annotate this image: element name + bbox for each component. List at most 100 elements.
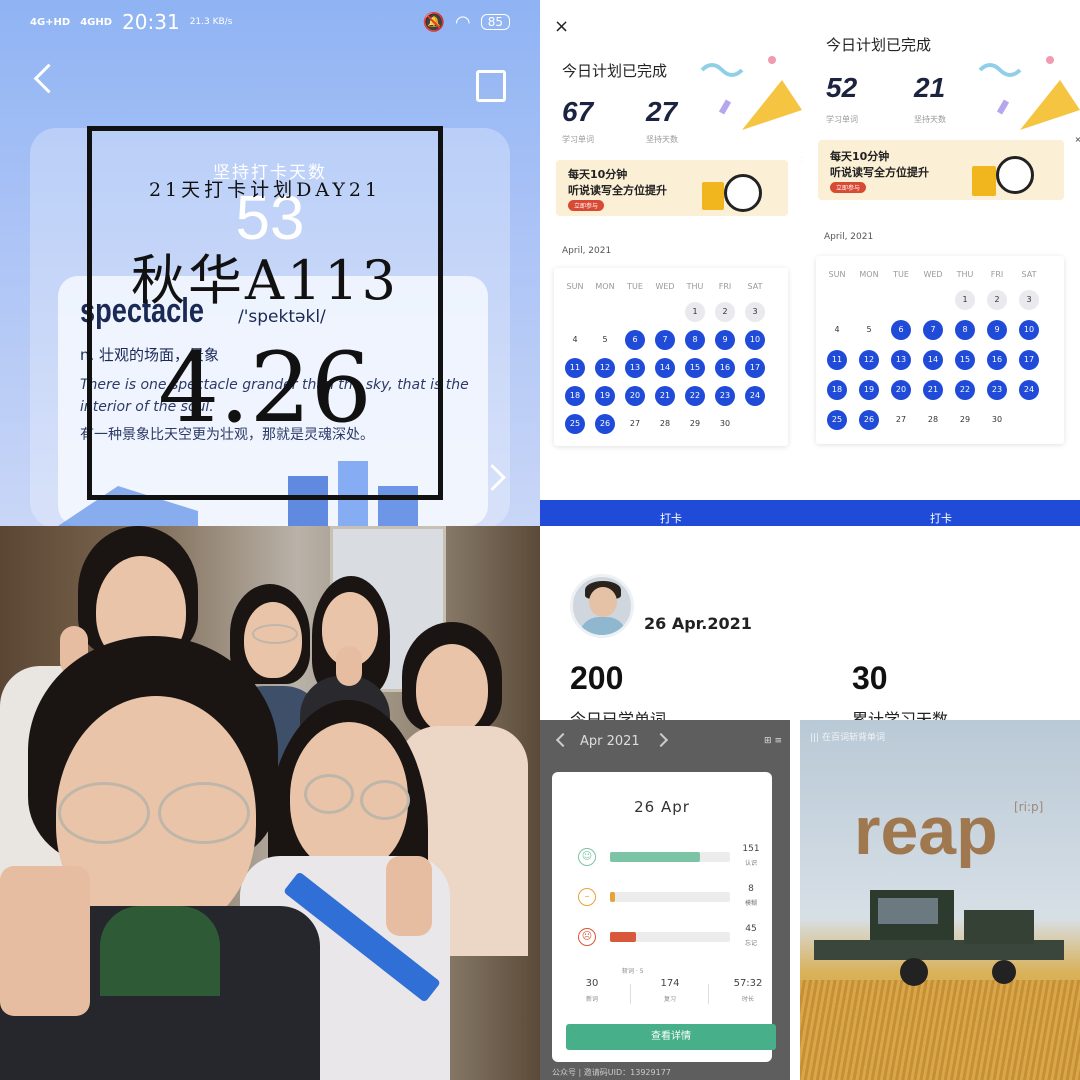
- join-button[interactable]: 立即参与: [568, 200, 605, 211]
- calendar-day[interactable]: 30: [715, 414, 735, 434]
- calendar-day[interactable]: 15: [685, 358, 705, 378]
- calendar-day[interactable]: 24: [1019, 380, 1039, 400]
- calendar-day[interactable]: 14: [923, 350, 943, 370]
- banner-close-icon[interactable]: ×: [1072, 134, 1080, 146]
- back-icon[interactable]: [33, 63, 64, 94]
- plant-pot: [972, 166, 996, 196]
- promo-banner[interactable]: 每天10分钟 听说读写全方位提升 立即参与 ×: [818, 134, 1080, 200]
- calendar-day[interactable]: 16: [715, 358, 735, 378]
- weekday-label: WED: [923, 270, 943, 279]
- calendar-day[interactable]: 13: [625, 358, 645, 378]
- forgot-label: 忘记: [744, 940, 757, 947]
- calendar-day[interactable]: 16: [987, 350, 1007, 370]
- calendar-day[interactable]: 5: [859, 320, 879, 340]
- view-toggle-icons[interactable]: ⊞ ≡: [764, 736, 782, 746]
- calendar-day[interactable]: 1: [685, 302, 705, 322]
- confetti-illustration: [700, 56, 802, 130]
- join-button[interactable]: 立即参与: [830, 182, 867, 193]
- forgot-count: 45: [745, 924, 757, 934]
- edit-icon[interactable]: [476, 70, 506, 102]
- calendar-day[interactable]: 11: [565, 358, 585, 378]
- banner-line2: 听说读写全方位提升: [830, 166, 929, 179]
- calendar-day[interactable]: 1: [955, 290, 975, 310]
- calendar-day[interactable]: 4: [565, 330, 585, 350]
- calendar-day[interactable]: 23: [987, 380, 1007, 400]
- total-days-count: 30: [852, 660, 888, 696]
- calendar-day[interactable]: 17: [1019, 350, 1039, 370]
- calendar-day[interactable]: 3: [1019, 290, 1039, 310]
- calendar-day[interactable]: 18: [565, 386, 585, 406]
- calendar-day[interactable]: 8: [685, 330, 705, 350]
- next-month-icon[interactable]: [653, 732, 668, 748]
- calendar-day[interactable]: 11: [827, 350, 847, 370]
- calendar-day[interactable]: 8: [955, 320, 975, 340]
- overlay-date: 4.26: [158, 332, 372, 444]
- calendar-day[interactable]: 24: [745, 386, 765, 406]
- calendar-day[interactable]: 13: [891, 350, 911, 370]
- calendar-day[interactable]: 14: [655, 358, 675, 378]
- weekday-label: FRI: [718, 282, 732, 291]
- calendar-day[interactable]: 6: [625, 330, 645, 350]
- calendar-day[interactable]: 29: [955, 410, 975, 430]
- calendar-day[interactable]: 7: [655, 330, 675, 350]
- calendar-day[interactable]: 12: [859, 350, 879, 370]
- calendar-day[interactable]: 10: [1019, 320, 1039, 340]
- calendar-day[interactable]: 22: [685, 386, 705, 406]
- calendar-day[interactable]: 3: [745, 302, 765, 322]
- close-icon[interactable]: ×: [554, 16, 569, 37]
- calendar-day[interactable]: 21: [923, 380, 943, 400]
- calendar-day[interactable]: 15: [955, 350, 975, 370]
- banner-line1: 每天10分钟: [568, 168, 628, 181]
- calendar-day[interactable]: 6: [891, 320, 911, 340]
- days-count: 27: [646, 96, 678, 127]
- month-nav: Apr 2021: [555, 732, 678, 749]
- calendar-day[interactable]: 10: [745, 330, 765, 350]
- calendar-day[interactable]: 18: [827, 380, 847, 400]
- calendar-day[interactable]: 12: [595, 358, 615, 378]
- promo-banner[interactable]: 每天10分钟 听说读写全方位提升 立即参与 ×: [556, 154, 802, 216]
- words-count: 52: [826, 72, 858, 103]
- calendar-day[interactable]: 2: [987, 290, 1007, 310]
- calendar-screenshot-b: 今日计划已完成 52 学习单词 21 坚持天数 每天10分钟 听说读写全方位提升…: [802, 0, 1080, 526]
- review-label: 复习: [663, 996, 676, 1003]
- happy-face-icon: ☺: [578, 848, 596, 866]
- weekday-label: TUE: [893, 270, 909, 279]
- calendar-day[interactable]: 25: [827, 410, 847, 430]
- prev-month-icon[interactable]: [555, 732, 571, 748]
- calendar-day[interactable]: 27: [625, 414, 645, 434]
- checkin-bar[interactable]: 打卡: [540, 500, 802, 526]
- calendar-day[interactable]: 9: [715, 330, 735, 350]
- calendar-day[interactable]: 27: [891, 410, 911, 430]
- calendar-day[interactable]: 7: [923, 320, 943, 340]
- wheat-field: [800, 980, 1080, 1080]
- calendar-day[interactable]: 17: [745, 358, 765, 378]
- calendar-day[interactable]: 19: [859, 380, 879, 400]
- month-label: April, 2021: [824, 232, 874, 242]
- days-label: 坚持天数: [914, 115, 946, 124]
- checkin-bar[interactable]: 打卡: [802, 500, 1080, 526]
- calendar-day[interactable]: 28: [655, 414, 675, 434]
- calendar-day[interactable]: 19: [595, 386, 615, 406]
- calendar-day[interactable]: 20: [625, 386, 645, 406]
- calendar-day[interactable]: 9: [987, 320, 1007, 340]
- calendar-day[interactable]: 26: [859, 410, 879, 430]
- calendar-day[interactable]: 30: [987, 410, 1007, 430]
- new-words-value: 30: [585, 978, 599, 989]
- calendar-day[interactable]: 2: [715, 302, 735, 322]
- view-details-button[interactable]: 查看详情: [566, 1024, 776, 1050]
- calendar-day[interactable]: 5: [595, 330, 615, 350]
- month-label: April, 2021: [562, 246, 612, 256]
- calendar-day[interactable]: 29: [685, 414, 705, 434]
- vague-label: 模糊: [744, 900, 757, 907]
- calendar-day[interactable]: 21: [655, 386, 675, 406]
- calendar-day[interactable]: 23: [715, 386, 735, 406]
- calendar-day[interactable]: 28: [923, 410, 943, 430]
- weekday-label: FRI: [990, 270, 1004, 279]
- avatar[interactable]: [570, 574, 634, 638]
- calendar-day[interactable]: 22: [955, 380, 975, 400]
- calendar-day[interactable]: 25: [565, 414, 585, 434]
- calendar-day[interactable]: 26: [595, 414, 615, 434]
- calendar-day[interactable]: 4: [827, 320, 847, 340]
- calendar-day[interactable]: 20: [891, 380, 911, 400]
- footer-text: 公众号 | 邀请码UID：13929177: [552, 1068, 671, 1077]
